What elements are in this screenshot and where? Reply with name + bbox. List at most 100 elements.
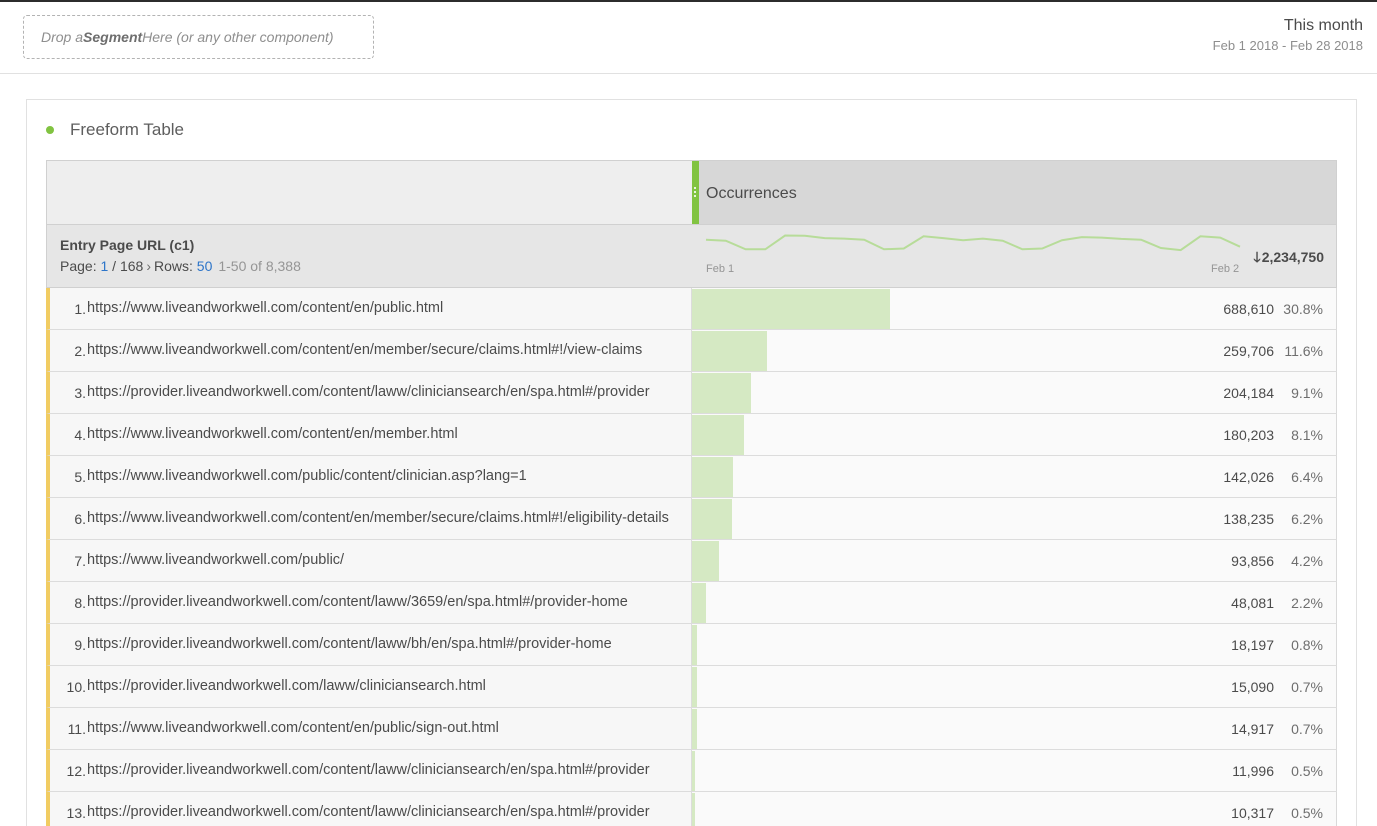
metric-cell[interactable]: 18,197 0.8% bbox=[691, 624, 1336, 665]
table-row[interactable]: 6. https://www.liveandworkwell.com/conten… bbox=[46, 498, 1337, 540]
metric-value: 138,235 bbox=[1223, 511, 1274, 527]
metric-cell[interactable]: 180,203 8.1% bbox=[691, 414, 1336, 455]
metric-bar bbox=[692, 289, 891, 329]
metric-value: 180,203 bbox=[1223, 427, 1274, 443]
viz-status-dot-icon bbox=[46, 126, 54, 134]
segment-drop-suffix: Here (or any other component) bbox=[142, 29, 334, 45]
segment-drop-prefix: Drop a bbox=[41, 29, 84, 45]
sort-descending-arrow-icon[interactable]: 🡓 bbox=[1253, 249, 1260, 265]
sparkline-line bbox=[705, 234, 1241, 252]
metric-cell[interactable]: 688,610 30.8% bbox=[691, 288, 1336, 329]
metric-bar bbox=[692, 751, 696, 791]
freeform-table: Occurrences Entry Page URL (c1) Page: 1 … bbox=[46, 160, 1337, 826]
row-number: 3. bbox=[74, 385, 86, 401]
metric-cell[interactable]: 259,706 11.6% bbox=[691, 330, 1336, 371]
table-row[interactable]: 12. https://provider.liveandworkwell.com/… bbox=[46, 750, 1337, 792]
metric-value: 11,996 bbox=[1232, 763, 1274, 779]
row-number: 1. bbox=[74, 301, 86, 317]
metric-bar bbox=[692, 541, 720, 581]
rows-label: Rows: bbox=[153, 258, 197, 274]
metric-cell[interactable]: 142,026 6.4% bbox=[691, 456, 1336, 497]
total-sparkline bbox=[705, 234, 1241, 252]
table-row[interactable]: 9. https://provider.liveandworkwell.com/c… bbox=[46, 624, 1337, 666]
rows-per-page-select[interactable]: 50 bbox=[197, 258, 213, 274]
metric-cell[interactable]: 14,917 0.7% bbox=[691, 708, 1336, 749]
row-number: 10. bbox=[66, 679, 86, 695]
dimension-header-row: Entry Page URL (c1) Page: 1 / 168 › Rows: … bbox=[46, 224, 1337, 288]
metric-cell[interactable]: 10,317 0.5% bbox=[691, 792, 1336, 826]
table-row[interactable]: 11. https://www.liveandworkwell.com/conte… bbox=[46, 708, 1337, 750]
row-url[interactable]: https://provider.liveandworkwell.com/con… bbox=[87, 594, 683, 610]
dimension-title[interactable]: Entry Page URL (c1) bbox=[60, 237, 194, 253]
next-page-chevron-icon[interactable]: › bbox=[146, 258, 151, 274]
row-url[interactable]: https://www.liveandworkwell.com/content/… bbox=[87, 426, 683, 442]
table-row[interactable]: 7. https://www.liveandworkwell.com/public… bbox=[46, 540, 1337, 582]
row-number: 12. bbox=[66, 763, 86, 779]
row-url[interactable]: https://www.liveandworkwell.com/content/… bbox=[87, 300, 683, 316]
page-label: Page: bbox=[60, 258, 101, 274]
row-range: 1-50 of 8,388 bbox=[218, 258, 301, 274]
row-number: 4. bbox=[74, 427, 86, 443]
row-url[interactable]: https://provider.liveandworkwell.com/con… bbox=[87, 762, 683, 778]
metric-bar bbox=[692, 625, 698, 665]
row-url[interactable]: https://provider.liveandworkwell.com/con… bbox=[87, 636, 683, 652]
segment-drop-bold: Segment bbox=[83, 29, 143, 45]
metric-bar bbox=[692, 667, 697, 707]
visualization-title[interactable]: Freeform Table bbox=[70, 120, 184, 140]
table-row[interactable]: 4. https://www.liveandworkwell.com/conten… bbox=[46, 414, 1337, 456]
table-body: 1. https://www.liveandworkwell.com/conten… bbox=[46, 288, 1337, 826]
metric-cell[interactable]: 11,996 0.5% bbox=[691, 750, 1336, 791]
metric-percent: 9.1% bbox=[1291, 385, 1323, 401]
metric-cell[interactable]: 48,081 2.2% bbox=[691, 582, 1336, 623]
date-range-dates[interactable]: Feb 1 2018 - Feb 28 2018 bbox=[1213, 38, 1363, 53]
metric-bar bbox=[692, 457, 734, 497]
row-url[interactable]: https://provider.liveandworkwell.com/con… bbox=[87, 384, 683, 400]
metric-value: 93,856 bbox=[1231, 553, 1274, 569]
window-top-border bbox=[0, 0, 1377, 2]
metric-bar bbox=[692, 331, 767, 371]
table-row[interactable]: 3. https://provider.liveandworkwell.com/c… bbox=[46, 372, 1337, 414]
metric-value: 142,026 bbox=[1223, 469, 1274, 485]
row-url[interactable]: https://provider.liveandworkwell.com/law… bbox=[87, 678, 683, 694]
date-range-title[interactable]: This month bbox=[1284, 17, 1363, 35]
metric-percent: 8.1% bbox=[1291, 427, 1323, 443]
sparkline-end-label: Feb 2 bbox=[1211, 263, 1240, 275]
metric-value: 204,184 bbox=[1223, 385, 1274, 401]
metric-cell[interactable]: 138,235 6.2% bbox=[691, 498, 1336, 539]
row-url[interactable]: https://provider.liveandworkwell.com/con… bbox=[87, 804, 683, 820]
metric-cell[interactable]: 93,856 4.2% bbox=[691, 540, 1336, 581]
table-header: Occurrences bbox=[46, 160, 1337, 224]
table-row[interactable]: 5. https://www.liveandworkwell.com/public… bbox=[46, 456, 1337, 498]
metric-label: Occurrences bbox=[706, 185, 797, 202]
metric-percent: 6.2% bbox=[1291, 511, 1323, 527]
column-drag-handle-icon[interactable] bbox=[692, 161, 699, 224]
row-url[interactable]: https://www.liveandworkwell.com/content/… bbox=[87, 342, 683, 358]
metric-cell[interactable]: 204,184 9.1% bbox=[691, 372, 1336, 413]
metric-cell[interactable]: 15,090 0.7% bbox=[691, 666, 1336, 707]
table-row[interactable]: 1. https://www.liveandworkwell.com/conten… bbox=[46, 288, 1337, 330]
table-row[interactable]: 10. https://provider.liveandworkwell.com/… bbox=[46, 666, 1337, 708]
table-row[interactable]: 2. https://www.liveandworkwell.com/conten… bbox=[46, 330, 1337, 372]
metric-percent: 0.7% bbox=[1291, 721, 1323, 737]
segment-drop-zone[interactable]: Drop a Segment Here (or any other compon… bbox=[23, 15, 374, 59]
table-row[interactable]: 13. https://provider.liveandworkwell.com/… bbox=[46, 792, 1337, 826]
row-number: 6. bbox=[74, 511, 86, 527]
metric-value: 688,610 bbox=[1223, 301, 1274, 317]
metric-percent: 11.6% bbox=[1284, 343, 1323, 359]
row-url[interactable]: https://www.liveandworkwell.com/content/… bbox=[87, 510, 683, 526]
metric-percent: 0.8% bbox=[1291, 637, 1323, 653]
metric-bar bbox=[692, 499, 732, 539]
table-row[interactable]: 8. https://provider.liveandworkwell.com/c… bbox=[46, 582, 1337, 624]
row-number: 11. bbox=[67, 721, 86, 737]
sparkline-start-label: Feb 1 bbox=[706, 263, 735, 275]
row-number: 9. bbox=[74, 637, 86, 653]
row-url[interactable]: https://www.liveandworkwell.com/content/… bbox=[87, 720, 683, 736]
row-url[interactable]: https://www.liveandworkwell.com/public/c… bbox=[87, 468, 683, 484]
metric-value: 259,706 bbox=[1223, 343, 1274, 359]
metric-percent: 2.2% bbox=[1291, 595, 1323, 611]
row-url[interactable]: https://www.liveandworkwell.com/public/ bbox=[87, 552, 683, 568]
row-number: 13. bbox=[66, 805, 86, 821]
metric-bar bbox=[692, 415, 745, 455]
metric-bar bbox=[692, 793, 696, 826]
metric-value: 10,317 bbox=[1231, 805, 1274, 821]
